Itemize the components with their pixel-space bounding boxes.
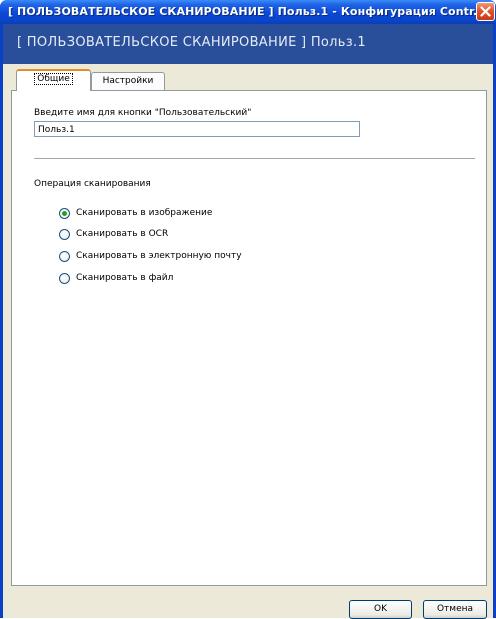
tab-settings-label: Настройки xyxy=(102,76,154,86)
radio-scan-to-image-label: Сканировать в изображение xyxy=(76,208,213,218)
title-bar[interactable]: [ ПОЛЬЗОВАТЕЛЬСКОЕ СКАНИРОВАНИЕ ] Польз.… xyxy=(0,0,496,24)
radio-button[interactable] xyxy=(59,273,70,284)
header-banner: [ ПОЛЬЗОВАТЕЛЬСКОЕ СКАНИРОВАНИЕ ] Польз.… xyxy=(3,24,493,64)
radio-scan-to-image[interactable]: Сканировать в изображение xyxy=(59,208,259,222)
tab-panel-general: Введите имя для кнопки "Пользовательский… xyxy=(11,90,487,586)
radio-scan-to-ocr[interactable]: Сканировать в OCR xyxy=(59,229,259,243)
radio-scan-to-file-label: Сканировать в файл xyxy=(76,273,174,283)
radio-scan-to-email[interactable]: Сканировать в электронную почту xyxy=(59,251,279,265)
banner-text: [ ПОЛЬЗОВАТЕЛЬСКОЕ СКАНИРОВАНИЕ ] Польз.… xyxy=(17,35,366,50)
tab-general-label: Общие xyxy=(34,73,73,85)
cancel-button[interactable]: Отмена xyxy=(423,600,487,619)
dialog-window: [ ПОЛЬЗОВАТЕЛЬСКОЕ СКАНИРОВАНИЕ ] Польз.… xyxy=(0,0,496,619)
close-icon xyxy=(480,6,491,17)
radio-button[interactable] xyxy=(59,251,70,262)
radio-scan-to-file[interactable]: Сканировать в файл xyxy=(59,273,259,287)
button-name-input[interactable]: Польз.1 xyxy=(34,121,360,137)
radio-scan-to-ocr-label: Сканировать в OCR xyxy=(76,229,169,239)
tab-settings[interactable]: Настройки xyxy=(91,72,165,90)
radio-button-checked[interactable] xyxy=(59,208,70,219)
radio-scan-to-email-label: Сканировать в электронную почту xyxy=(76,251,242,261)
window-title: [ ПОЛЬЗОВАТЕЛЬСКОЕ СКАНИРОВАНИЕ ] Польз.… xyxy=(8,5,486,18)
button-name-label: Введите имя для кнопки "Пользовательский… xyxy=(34,108,252,118)
close-button[interactable] xyxy=(476,2,495,21)
section-divider xyxy=(34,158,475,160)
dialog-client-area: [ ПОЛЬЗОВАТЕЛЬСКОЕ СКАНИРОВАНИЕ ] Польз.… xyxy=(3,24,493,619)
tab-general[interactable]: Общие xyxy=(16,69,91,91)
ok-button[interactable]: OK xyxy=(349,600,412,619)
radio-button[interactable] xyxy=(59,229,70,240)
scan-operation-label: Операция сканирования xyxy=(34,179,151,189)
